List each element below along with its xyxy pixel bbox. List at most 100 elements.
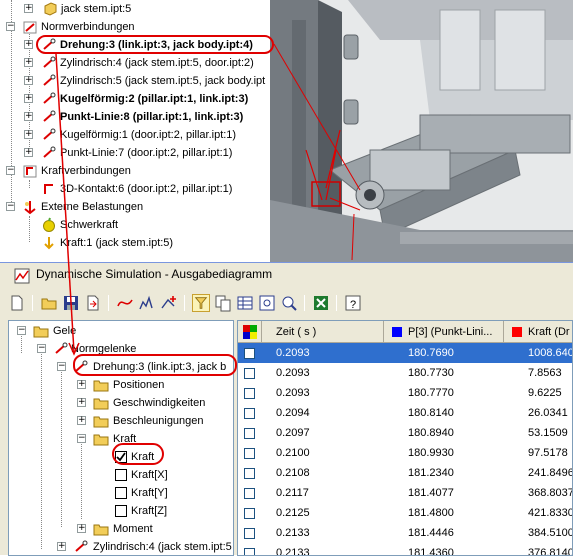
force-arrow-icon — [44, 237, 54, 250]
results-grid[interactable]: Zeit ( s ) P[3] (Punkt-Lini... Kraft (Dr… — [237, 320, 573, 556]
expand-icon[interactable]: + — [24, 76, 33, 85]
excel-export-icon[interactable] — [312, 294, 330, 312]
open-folder-icon[interactable] — [40, 294, 58, 312]
tree-item-kraft-1[interactable]: Kraft:1 (jack stem.ipt:5) — [0, 234, 270, 252]
column-header-zeit[interactable]: Zeit ( s ) — [262, 321, 384, 343]
expand-icon[interactable]: + — [77, 416, 86, 425]
zoom-fit-icon[interactable] — [258, 294, 276, 312]
table-row[interactable]: 0.2133 181.4360 376.8140 — [238, 543, 572, 556]
table-row[interactable]: 0.2133 181.4446 384.5100 — [238, 523, 572, 543]
tree-item-label: Gele — [53, 325, 77, 337]
table-row[interactable]: 0.2100 180.9930 97.5178 — [238, 443, 572, 463]
tree-item-geschwindigkeiten[interactable]: + Geschwindigkeiten — [9, 394, 233, 412]
zoom-icon[interactable] — [280, 294, 298, 312]
row-checkbox[interactable] — [244, 448, 255, 459]
row-checkbox[interactable] — [244, 428, 255, 439]
column-selector-header[interactable] — [238, 321, 262, 343]
collapse-icon[interactable]: − — [37, 344, 46, 353]
cell-kraft: 1008.6400 — [528, 347, 572, 359]
tree-item-3d-kontakt-6[interactable]: 3D-Kontakt:6 (door.ipt:2, pillar.ipt:1) — [0, 180, 270, 198]
save-icon[interactable] — [62, 294, 80, 312]
tree-item-label: Externe Belastungen — [41, 201, 144, 213]
expand-icon[interactable]: + — [24, 40, 33, 49]
collapse-icon[interactable]: − — [6, 22, 15, 31]
3d-viewport[interactable] — [270, 0, 573, 262]
tree-item-kugelfoermig-2[interactable]: + Kugelförmig:2 (pillar.ipt:1, link.ipt:… — [0, 90, 270, 108]
row-checkbox[interactable] — [244, 488, 255, 499]
expand-icon[interactable]: + — [24, 130, 33, 139]
tree-item-normverbindungen[interactable]: − Normverbindungen — [0, 18, 270, 36]
tree-item-label: Schwerkraft — [60, 219, 119, 231]
row-checkbox[interactable] — [244, 508, 255, 519]
expand-icon[interactable]: + — [77, 524, 86, 533]
row-checkbox[interactable] — [244, 368, 255, 379]
expand-icon[interactable]: + — [77, 398, 86, 407]
row-checkbox[interactable] — [244, 528, 255, 539]
column-header-kraft[interactable]: Kraft (Dr — [504, 321, 572, 343]
checkbox-icon[interactable] — [115, 469, 127, 481]
table-row[interactable]: 0.2093 180.7770 9.6225 — [238, 383, 572, 403]
tree-item-schwerkraft[interactable]: Schwerkraft — [0, 216, 270, 234]
expand-icon[interactable]: + — [24, 4, 33, 13]
collapse-icon[interactable]: − — [77, 434, 86, 443]
cell-kraft: 53.1509 — [528, 427, 568, 439]
tree-item-kraft-y[interactable]: Kraft[Y] — [9, 484, 233, 502]
expand-icon[interactable]: + — [24, 94, 33, 103]
checkbox-icon[interactable] — [115, 487, 127, 499]
row-checkbox[interactable] — [244, 408, 255, 419]
table-row[interactable]: 0.2093 180.7730 7.8563 — [238, 363, 572, 383]
column-header-p3[interactable]: P[3] (Punkt-Lini... — [384, 321, 504, 343]
expand-icon[interactable]: + — [24, 58, 33, 67]
table-row[interactable]: 0.2108 181.2340 241.8496 — [238, 463, 572, 483]
new-icon[interactable] — [8, 294, 26, 312]
collapse-icon[interactable]: − — [57, 362, 66, 371]
table-row[interactable]: 0.2117 181.4077 368.8037 — [238, 483, 572, 503]
tree-item-punkt-linie-7[interactable]: + Punkt-Linie:7 (door.ipt:2, pillar.ipt:… — [0, 144, 270, 162]
tree-item-kugelfoermig-1[interactable]: + Kugelförmig:1 (door.ipt:2, pillar.ipt:… — [0, 126, 270, 144]
tree-item-kraft-x[interactable]: Kraft[X] — [9, 466, 233, 484]
tree-item-zylindrisch-4[interactable]: + Zylindrisch:4 (jack stem.ipt:5, door.i… — [0, 54, 270, 72]
tree-item-externe-belastungen[interactable]: − Externe Belastungen — [0, 198, 270, 216]
tree-item-gelenke[interactable]: − Gele — [9, 322, 233, 340]
cell-zeit: 0.2093 — [276, 387, 310, 399]
copy-icon[interactable] — [214, 294, 232, 312]
filter-icon[interactable] — [192, 294, 210, 312]
tree-item-beschleunigungen[interactable]: + Beschleunigungen — [9, 412, 233, 430]
table-row[interactable]: 0.2125 181.4800 421.8330 — [238, 503, 572, 523]
tree-item-positionen[interactable]: + Positionen — [9, 376, 233, 394]
tree-item-kraft-z[interactable]: Kraft[Z] — [9, 502, 233, 520]
curve-icon[interactable] — [116, 294, 134, 312]
collapse-icon[interactable]: − — [17, 326, 26, 335]
tree-item-zylindrisch-5[interactable]: + Zylindrisch:5 (jack stem.ipt:5, jack b… — [0, 72, 270, 90]
table-row[interactable]: 0.2094 180.8140 26.0341 — [238, 403, 572, 423]
row-checkbox[interactable] — [244, 468, 255, 479]
cell-p3: 181.4360 — [408, 547, 454, 556]
export-icon[interactable] — [84, 294, 102, 312]
expand-icon[interactable]: + — [57, 542, 66, 551]
table-icon[interactable] — [236, 294, 254, 312]
expand-icon[interactable]: + — [24, 112, 33, 121]
help-icon[interactable]: ? — [344, 294, 362, 312]
row-checkbox[interactable] — [244, 348, 255, 359]
expand-icon[interactable]: + — [77, 380, 86, 389]
tree-item-moment[interactable]: + Moment — [9, 520, 233, 538]
tree-item-jack-stem[interactable]: + jack stem.ipt:5 — [0, 0, 270, 18]
callout-highlight-kraft — [112, 443, 164, 465]
table-row[interactable]: 0.2097 180.8940 53.1509 — [238, 423, 572, 443]
checkbox-icon[interactable] — [115, 505, 127, 517]
tree-item-punkt-linie-8[interactable]: + Punkt-Linie:8 (pillar.ipt:1, link.ipt:… — [0, 108, 270, 126]
row-checkbox[interactable] — [244, 388, 255, 399]
tree-item-zylindrisch-4[interactable]: + Zylindrisch:4 (jack stem.ipt:5 — [9, 538, 233, 555]
dialog-title-bar[interactable]: Dynamische Simulation - Ausgabediagramm — [0, 263, 573, 287]
tree-item-label: Zylindrisch:5 (jack stem.ipt:5, jack bod… — [60, 75, 266, 87]
expand-icon[interactable]: + — [24, 148, 33, 157]
tree-item-kraftverbindungen[interactable]: − Kraftverbindungen — [0, 162, 270, 180]
table-row[interactable]: 0.2093 180.7690 1008.6400 — [238, 343, 572, 363]
fft-icon[interactable] — [138, 294, 156, 312]
add-curve-icon[interactable] — [160, 294, 178, 312]
assembly-model-render — [270, 0, 573, 262]
tree-item-label: Kraft[X] — [131, 469, 168, 481]
collapse-icon[interactable]: − — [6, 202, 15, 211]
collapse-icon[interactable]: − — [6, 166, 15, 175]
output-graph-dialog[interactable]: Dynamische Simulation - Ausgabediagramm … — [0, 262, 573, 556]
